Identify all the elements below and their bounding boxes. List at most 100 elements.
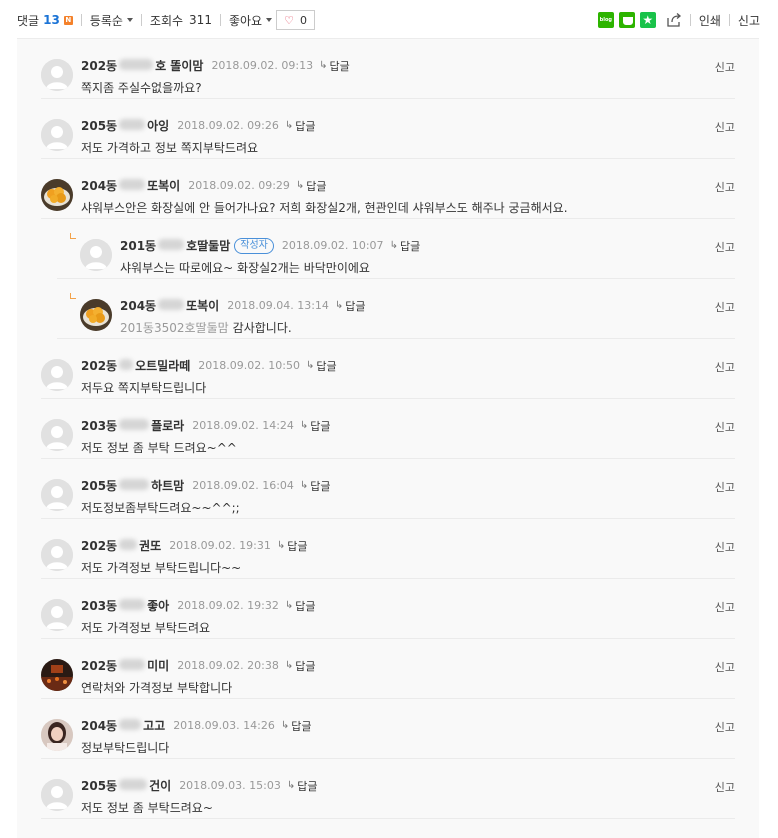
reply-arrow-icon: ↳ [276, 540, 286, 551]
redacted-unit [119, 419, 150, 430]
mention[interactable]: 201동3502호딸둘맘 [120, 321, 229, 335]
new-badge: N [63, 15, 73, 25]
avatar[interactable] [41, 539, 73, 571]
author-name[interactable]: 203동 좋아 [81, 597, 169, 614]
reply-button[interactable]: ↳ 답글 [281, 718, 312, 734]
toolbar-left: 댓글 13 N 등록순 조회수 311 좋아요 ♡ 0 [17, 9, 315, 31]
reply-button[interactable]: ↳ 답글 [285, 598, 316, 614]
reply-button[interactable]: ↳ 답글 [285, 118, 316, 134]
comment-item: 204동 또복이 2018.09.02. 09:29 ↳ 답글 샤워부스안은 화장실에 안… [41, 159, 735, 219]
redacted-unit [158, 239, 185, 250]
comment-count[interactable]: 13 [43, 13, 60, 27]
reply-button[interactable]: ↳ 답글 [296, 178, 327, 194]
avatar[interactable] [41, 599, 73, 631]
comment-meta: 201동 호딸둘맘 작성자 2018.09.02. 10:07 ↳ 답글 [120, 237, 420, 254]
report-button[interactable]: 신고 [715, 539, 735, 555]
avatar[interactable] [80, 239, 112, 271]
reply-label: 답글 [291, 719, 312, 733]
report-button[interactable]: 신고 [715, 779, 735, 795]
report-link[interactable]: 신고 [738, 12, 760, 29]
reply-label: 답글 [329, 59, 350, 73]
author-name[interactable]: 202동 호 똘이맘 [81, 57, 203, 74]
avatar[interactable] [41, 119, 73, 151]
like-button[interactable]: ♡ 0 [276, 10, 315, 30]
comment-item: 202동 권또 2018.09.02. 19:31 ↳ 답글 저도 가격정보 부탁드립니다… [41, 519, 735, 579]
report-button[interactable]: 신고 [715, 359, 735, 375]
reply-arrow-icon: ↳ [284, 600, 294, 611]
reply-arrow-icon: ↳ [284, 120, 294, 131]
report-button[interactable]: 신고 [715, 599, 735, 615]
sort-dropdown[interactable]: 등록순 [90, 12, 133, 29]
author-building: 204동 [120, 299, 157, 313]
author-name[interactable]: 204동 고고 [81, 717, 165, 734]
comment-text: 저도 가격하고 정보 쪽지부탁드려요 [81, 139, 258, 156]
reply-label: 답글 [287, 539, 308, 553]
reply-arrow-icon: ↳ [280, 720, 290, 731]
redacted-unit [119, 539, 138, 550]
comment-body: 저도 가격정보 부탁드려요 [81, 621, 211, 635]
report-button[interactable]: 신고 [715, 419, 735, 435]
author-name[interactable]: 202동 오트밀라떼 [81, 357, 190, 374]
reply-button[interactable]: ↳ 답글 [287, 778, 318, 794]
report-button[interactable]: 신고 [715, 479, 735, 495]
author-nickname: 아잉 [147, 119, 170, 133]
author-name[interactable]: 205동 건이 [81, 777, 171, 794]
author-name[interactable]: 205동 아잉 [81, 117, 169, 134]
comment-item: 204동 고고 2018.09.03. 14:26 ↳ 답글 정보부탁드립니다 신고 [41, 699, 735, 759]
avatar[interactable] [80, 299, 112, 331]
chevron-down-icon [266, 18, 273, 22]
avatar[interactable] [41, 719, 73, 751]
comment-label[interactable]: 댓글 [17, 12, 39, 29]
author-name[interactable]: 201동 호딸둘맘 [120, 237, 230, 254]
reply-button[interactable]: ↳ 답글 [335, 298, 366, 314]
report-button[interactable]: 신고 [715, 239, 735, 255]
author-building: 203동 [81, 419, 118, 433]
reply-label: 답글 [295, 119, 316, 133]
report-button[interactable]: 신고 [715, 659, 735, 675]
avatar[interactable] [41, 479, 73, 511]
author-name[interactable]: 204동 또복이 [81, 177, 180, 194]
reply-button[interactable]: ↳ 답글 [285, 658, 316, 674]
like-dropdown[interactable]: 좋아요 [228, 12, 273, 29]
comment-text: 쪽지좀 주실수없을까요? [81, 79, 202, 96]
avatar[interactable] [41, 359, 73, 391]
like-label: 좋아요 [228, 13, 263, 28]
author-name[interactable]: 205동 하트맘 [81, 477, 184, 494]
avatar[interactable] [41, 779, 73, 811]
avatar[interactable] [41, 659, 73, 691]
author-name[interactable]: 202동 권또 [81, 537, 161, 554]
author-name[interactable]: 203동 플로라 [81, 417, 184, 434]
print-link[interactable]: 인쇄 [699, 12, 721, 29]
reply-button[interactable]: ↳ 답글 [300, 478, 331, 494]
report-button[interactable]: 신고 [715, 179, 735, 195]
report-button[interactable]: 신고 [715, 59, 735, 75]
redacted-unit [119, 779, 148, 790]
author-building: 202동 [81, 359, 118, 373]
comment-body: 샤워부스는 따로에요~ 화장실2개는 바닥만이에요 [120, 261, 370, 275]
blog-share-icon[interactable]: blog [597, 12, 614, 28]
reply-button[interactable]: ↳ 답글 [300, 418, 331, 434]
divider [728, 14, 730, 26]
comment-meta: 205동 아잉 2018.09.02. 09:26 ↳ 답글 [81, 117, 316, 134]
reply-button[interactable]: ↳ 답글 [319, 58, 350, 74]
reply-button[interactable]: ↳ 답글 [390, 238, 421, 254]
report-button[interactable]: 신고 [715, 719, 735, 735]
reply-button[interactable]: ↳ 답글 [306, 358, 337, 374]
reply-label: 답글 [399, 239, 421, 253]
comment-date: 2018.09.02. 09:26 [177, 119, 279, 132]
share-icon[interactable] [666, 12, 682, 28]
avatar[interactable] [41, 419, 73, 451]
comment-date: 2018.09.03. 14:26 [173, 719, 275, 732]
report-button[interactable]: 신고 [715, 299, 735, 315]
author-name[interactable]: 202동 미미 [81, 657, 169, 674]
cafe-share-icon[interactable] [618, 12, 635, 28]
bookmark-star-icon[interactable]: ★ [639, 12, 656, 28]
avatar[interactable] [41, 59, 73, 91]
author-name[interactable]: 204동 또복이 [120, 297, 219, 314]
reply-button[interactable]: ↳ 답글 [277, 538, 308, 554]
avatar[interactable] [41, 179, 73, 211]
report-button[interactable]: 신고 [715, 119, 735, 135]
comment-meta: 203동 플로라 2018.09.02. 14:24 ↳ 답글 [81, 417, 331, 434]
views-label: 조회수 [149, 13, 184, 28]
comment-toolbar: 댓글 13 N 등록순 조회수 311 좋아요 ♡ 0 blog ★ 인쇄 신고 [0, 0, 778, 38]
